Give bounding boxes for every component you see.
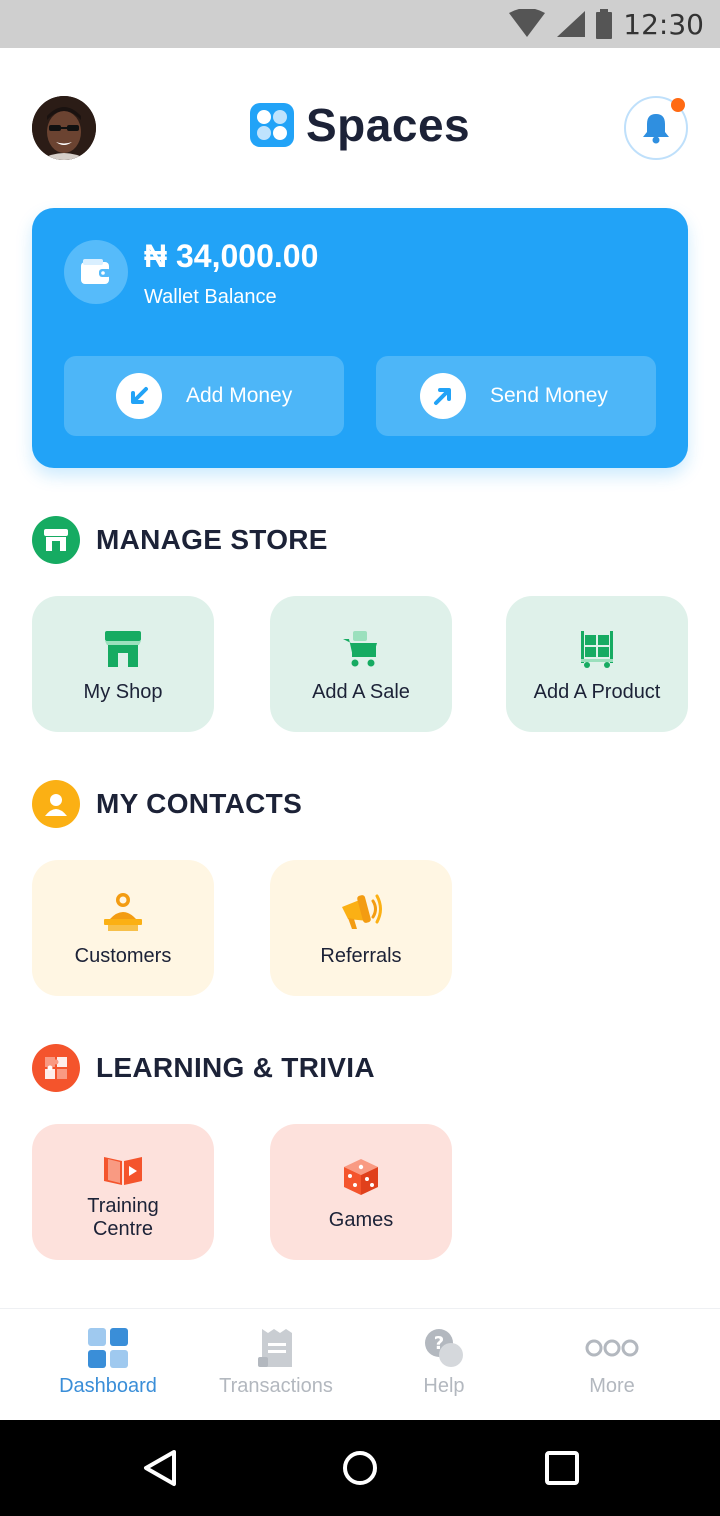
send-money-button[interactable]: Send Money — [376, 356, 656, 436]
product-trolley-icon — [577, 625, 617, 669]
wallet-balance-label: Wallet Balance — [144, 286, 277, 308]
shop-icon — [103, 625, 143, 669]
help-chat-icon: ? — [423, 1325, 465, 1371]
dashboard-icon — [87, 1325, 129, 1371]
nav-help-label: Help — [423, 1375, 465, 1397]
store-icon — [32, 516, 80, 564]
status-bar: 12:30 — [0, 0, 720, 48]
nav-more[interactable]: More — [527, 1325, 697, 1398]
notification-dot — [671, 98, 685, 112]
training-book-icon — [102, 1143, 144, 1187]
more-dots-icon — [585, 1325, 639, 1371]
arrow-up-right-icon — [420, 373, 466, 419]
nav-more-label: More — [589, 1375, 635, 1397]
manage-store-title: MANAGE STORE — [96, 524, 328, 555]
cart-icon — [341, 625, 381, 669]
android-nav-bar — [0, 1420, 720, 1516]
nav-dashboard[interactable]: Dashboard — [23, 1325, 193, 1398]
contact-icon — [32, 780, 80, 828]
nav-transactions-label: Transactions — [219, 1375, 333, 1397]
bell-icon — [643, 114, 669, 144]
wallet-icon — [64, 240, 128, 304]
svg-text:?: ? — [434, 1333, 444, 1354]
add-a-sale-tile[interactable]: Add A Sale — [270, 596, 452, 732]
training-centre-tile[interactable]: Training Centre — [32, 1124, 214, 1260]
nav-dashboard-label: Dashboard — [59, 1375, 157, 1397]
status-time: 12:30 — [623, 7, 704, 41]
bottom-nav: Dashboard Transactions ? Help More — [0, 1308, 720, 1420]
my-shop-tile[interactable]: My Shop — [32, 596, 214, 732]
my-contacts-header: MY CONTACTS — [32, 780, 302, 828]
customers-tile[interactable]: Customers — [32, 860, 214, 996]
learning-header: LEARNING & TRIVIA — [32, 1044, 375, 1092]
nav-help[interactable]: ? Help — [359, 1325, 529, 1398]
arrow-down-left-icon — [116, 373, 162, 419]
add-a-sale-label: Add A Sale — [312, 680, 410, 703]
notification-button[interactable] — [624, 96, 688, 160]
receipt-icon — [258, 1325, 294, 1371]
referrals-tile[interactable]: Referrals — [270, 860, 452, 996]
send-money-label: Send Money — [490, 384, 608, 407]
add-a-product-tile[interactable]: Add A Product — [506, 596, 688, 732]
avatar[interactable] — [32, 96, 96, 160]
games-label: Games — [328, 1208, 394, 1231]
battery-icon — [596, 9, 613, 39]
referrals-label: Referrals — [320, 944, 402, 967]
my-contacts-title: MY CONTACTS — [96, 788, 303, 819]
wallet-card: ₦ 34,000.00 Wallet Balance Add Money Sen… — [32, 208, 688, 468]
home-icon[interactable] — [342, 1448, 378, 1488]
back-icon[interactable] — [142, 1448, 178, 1488]
megaphone-icon — [338, 889, 384, 933]
signal-icon — [557, 11, 586, 37]
dice-icon — [341, 1153, 381, 1197]
training-label-line2: Centre — [92, 1218, 154, 1240]
app-logo: Spaces — [250, 98, 470, 152]
status-icons: 12:30 — [509, 0, 704, 48]
recents-icon[interactable] — [544, 1448, 580, 1488]
puzzle-icon — [32, 1044, 80, 1092]
wallet-balance-amount: ₦ 34,000.00 — [144, 238, 319, 274]
avatar-image — [32, 96, 96, 160]
spaces-logo-icon — [250, 103, 294, 147]
my-shop-label: My Shop — [83, 680, 163, 703]
learning-title: LEARNING & TRIVIA — [96, 1052, 375, 1083]
games-tile[interactable]: Games — [270, 1124, 452, 1260]
wifi-icon — [509, 9, 546, 37]
training-label-line1: Training — [87, 1195, 159, 1217]
customer-icon — [102, 889, 144, 933]
customers-label: Customers — [74, 944, 172, 967]
add-money-label: Add Money — [186, 384, 293, 407]
app-title: Spaces — [306, 99, 471, 151]
manage-store-header: MANAGE STORE — [32, 516, 328, 564]
add-a-product-label: Add A Product — [533, 680, 661, 703]
add-money-button[interactable]: Add Money — [64, 356, 344, 436]
nav-transactions[interactable]: Transactions — [191, 1325, 361, 1398]
